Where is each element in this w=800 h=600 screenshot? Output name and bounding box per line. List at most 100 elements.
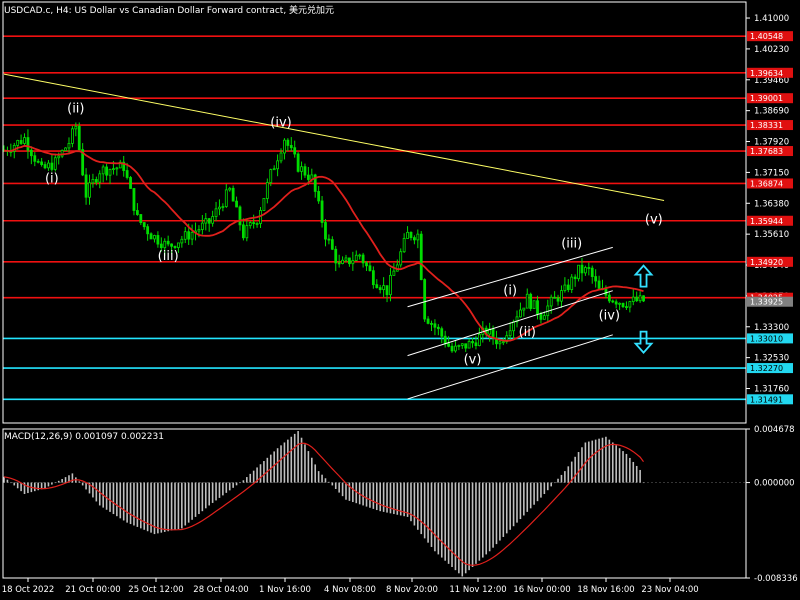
wave-label: (v) [464, 353, 482, 368]
macd-histogram-bar [591, 440, 594, 483]
candle-body [166, 240, 170, 245]
candle-body [67, 142, 71, 149]
macd-histogram-bar [71, 473, 74, 483]
macd-histogram-bar [625, 453, 628, 483]
candle-body [436, 326, 440, 330]
candle-body [197, 229, 201, 232]
candle-body [563, 284, 567, 291]
candle-body [365, 262, 368, 267]
macd-histogram-bar [44, 482, 46, 489]
macd-histogram-bar [406, 482, 409, 517]
candle-body [29, 149, 33, 157]
macd-histogram-bar [51, 482, 53, 485]
macd-histogram-bar [379, 482, 381, 512]
candle-body [139, 214, 143, 223]
macd-histogram-bar [273, 451, 275, 483]
macd-histogram-bar [201, 482, 204, 512]
macd-histogram-bar [430, 482, 433, 547]
macd-histogram-bar [615, 445, 617, 483]
wave-label: (i) [503, 284, 517, 299]
macd-histogram-bar [334, 482, 337, 489]
candle-body [358, 254, 362, 257]
macd-histogram-bar [471, 482, 474, 567]
candle-body [112, 168, 115, 171]
level-tag-label: 1.34920 [750, 258, 783, 267]
macd-histogram-bar [540, 482, 542, 498]
candle-body [348, 257, 351, 265]
macd-histogram-bar [550, 482, 552, 487]
candle-body [125, 170, 129, 178]
level-tag-label: 1.39001 [750, 94, 783, 103]
price-y-tick-label: 1.37150 [754, 168, 789, 178]
macd-histogram-bar [464, 482, 467, 574]
candle-body [361, 254, 365, 264]
candle-body [252, 222, 256, 224]
candle-body [512, 321, 515, 332]
macd-histogram-bar [529, 482, 532, 509]
candle-body [324, 222, 327, 240]
candle-body [156, 235, 160, 245]
candle-body [607, 294, 611, 302]
candle-body [368, 265, 372, 272]
macd-histogram-bar [372, 482, 375, 509]
macd-histogram-bar [577, 452, 580, 483]
candle-body [412, 237, 416, 241]
price-y-tick-label: 1.40230 [754, 45, 789, 55]
candle-body [94, 179, 98, 183]
macd-histogram-bar [567, 466, 570, 483]
candle-body [276, 160, 280, 170]
macd-histogram-bar [635, 465, 638, 483]
macd-histogram-bar [423, 482, 426, 539]
macd-histogram-bar [122, 482, 125, 521]
candle-body [467, 341, 471, 349]
price-y-tick-label: 1.31760 [754, 385, 789, 395]
macd-histogram-bar [198, 482, 200, 515]
candle-body [204, 218, 208, 224]
macd-histogram-bar [61, 478, 63, 483]
candle-body [433, 323, 437, 328]
macd-histogram-bar [639, 469, 641, 483]
candle-body [64, 147, 67, 151]
candle-body [406, 231, 409, 239]
macd-histogram-bar [293, 433, 296, 483]
candle-body [228, 187, 232, 191]
x-tick-label: 28 Oct 04:00 [193, 585, 248, 595]
candle-body [474, 342, 478, 347]
candle-body [440, 328, 444, 337]
macd-histogram-bar [574, 456, 576, 483]
price-frame [2, 1, 747, 424]
candle-body [306, 174, 310, 180]
wave-label: (v) [645, 212, 663, 227]
candle-body [621, 302, 625, 308]
candle-body [577, 264, 580, 280]
candle-body [573, 276, 577, 280]
arrow-up-icon [633, 264, 654, 288]
macd-histogram-bar [81, 482, 84, 486]
candle-body [378, 287, 382, 291]
macd-histogram-bar [307, 451, 310, 483]
price-y-tick-label: 1.35610 [754, 230, 789, 240]
macd-histogram-bar [105, 482, 108, 510]
candle-body [57, 155, 61, 159]
macd-histogram-bar [109, 482, 111, 512]
candle-body [618, 302, 621, 305]
price-panel: (ii) (i) (iii) (iv) (v) (i) (ii) (iii) (iv) (v) [2, 35, 746, 401]
macd-histogram-bar [509, 482, 511, 530]
candle-body [159, 243, 163, 249]
candle-body [320, 200, 324, 223]
candle-body [235, 200, 238, 208]
candle-body [74, 125, 78, 130]
candle-body [519, 309, 522, 318]
macd-histogram-bar [47, 482, 50, 487]
candle-body [33, 155, 37, 162]
candle-body [539, 313, 543, 320]
macd-histogram-bar [533, 482, 535, 505]
macd-histogram-bar [10, 482, 12, 484]
candle-body [286, 139, 290, 146]
macd-histogram-bar [386, 482, 388, 513]
candle-body [272, 168, 276, 171]
wave-label: (ii) [519, 325, 536, 340]
candle-body [584, 267, 587, 274]
candle-body [279, 152, 283, 162]
x-tick-label: 23 Nov 04:00 [641, 585, 698, 595]
